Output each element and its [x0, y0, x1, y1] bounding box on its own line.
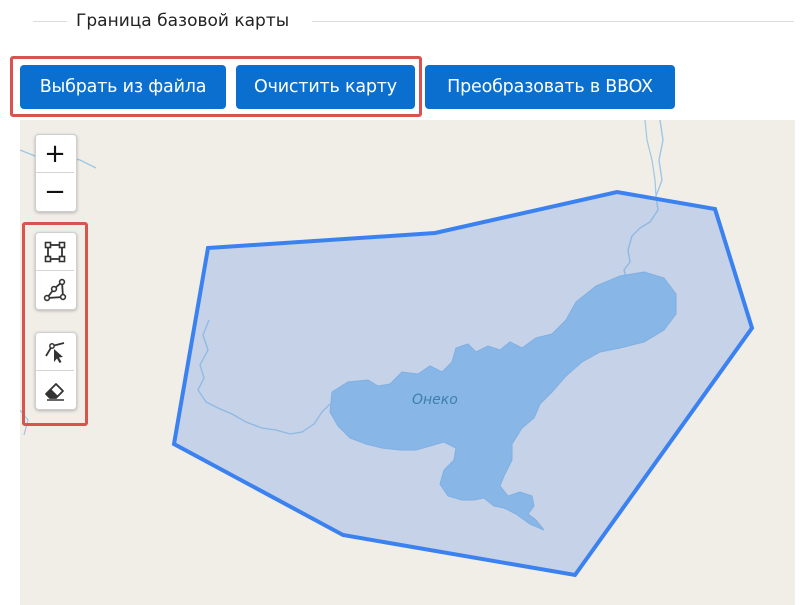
polyline-icon	[43, 278, 67, 302]
rectangle-icon	[44, 241, 66, 262]
map-layer	[20, 120, 755, 578]
river-top-branch	[644, 120, 657, 197]
clear-map-button[interactable]: Очистить карту	[236, 65, 415, 109]
legend-line-right	[312, 21, 794, 22]
drawn-polygon	[171, 189, 755, 578]
zoom-out-button[interactable]: −	[36, 173, 74, 211]
draw-polyline-button[interactable]	[36, 271, 74, 309]
map-canvas[interactable]: Онеко + −	[20, 120, 795, 605]
zoom-in-button[interactable]: +	[36, 135, 74, 173]
draw-toolbar	[35, 232, 77, 310]
eraser-icon	[45, 383, 64, 401]
section-title: Граница базовой карты	[76, 11, 290, 31]
zoom-control: + −	[35, 134, 77, 212]
lake-label: Онеко	[412, 392, 458, 408]
legend-line-left	[33, 21, 67, 22]
draw-rectangle-button[interactable]	[36, 233, 74, 271]
edit-toolbar	[35, 332, 77, 410]
edit-icon	[45, 341, 65, 363]
choose-file-button[interactable]: Выбрать из файла	[20, 65, 226, 109]
convert-bbox-button[interactable]: Преобразовать в BBOX	[425, 65, 675, 109]
edit-shapes-button[interactable]	[36, 333, 74, 371]
delete-shapes-button[interactable]	[36, 371, 74, 409]
